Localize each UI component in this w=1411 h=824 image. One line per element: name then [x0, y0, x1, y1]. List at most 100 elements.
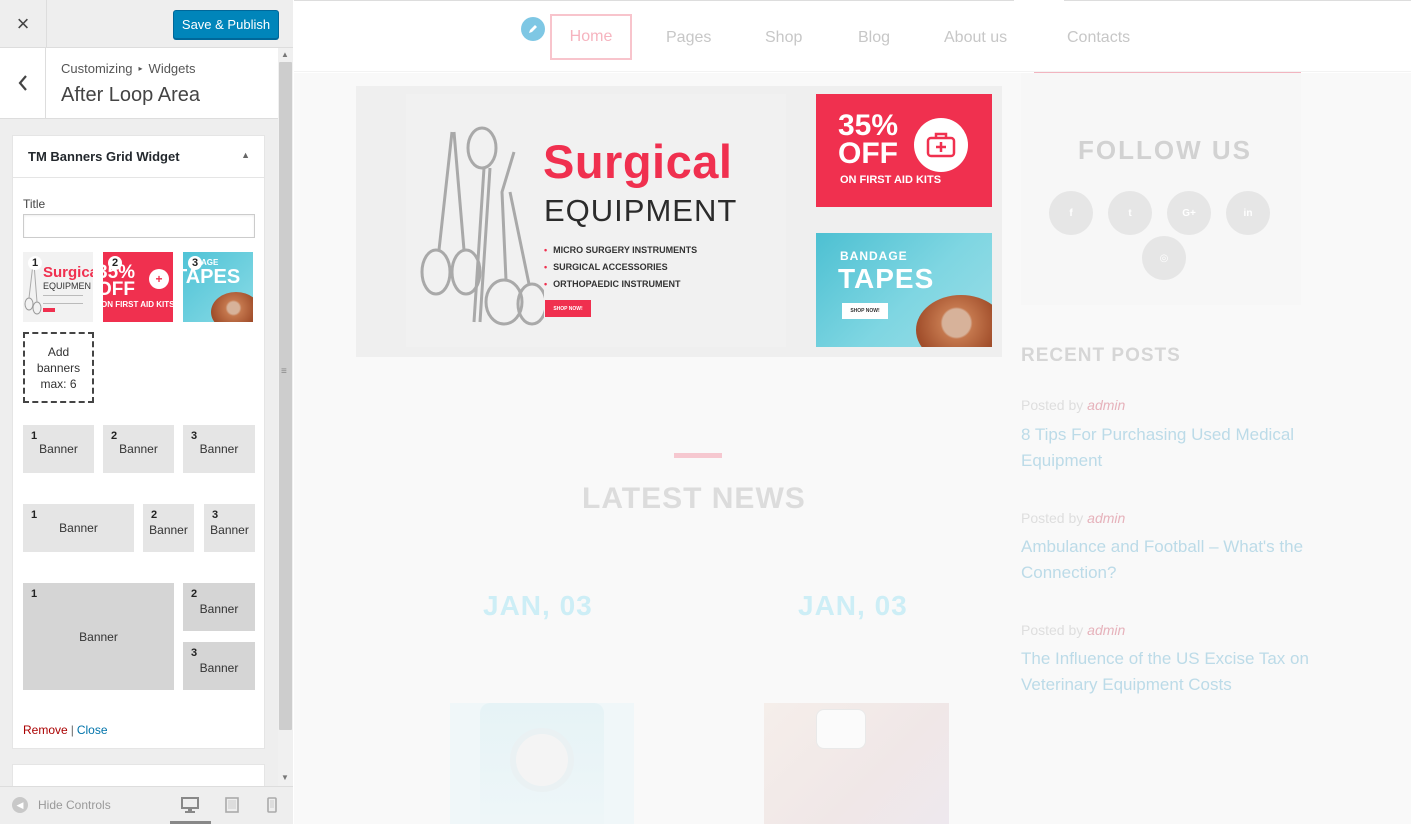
edit-shortcut-pencil-icon[interactable] [521, 17, 545, 41]
banner-thumbnail-1[interactable]: 1 Surgica EQUIPMEN [23, 252, 93, 322]
medical-device-image [816, 709, 866, 749]
hide-controls-button[interactable]: ◀ Hide Controls [12, 797, 111, 813]
thumb-subtitle: ON FIRST AID KITS [103, 300, 173, 309]
remove-widget-link[interactable]: Remove [23, 723, 68, 737]
widget-actions: Remove | Close [23, 723, 108, 737]
post-image-mri[interactable] [450, 703, 634, 824]
cell-label: Banner [210, 523, 249, 537]
layout-cell: 3 Banner [183, 425, 255, 473]
cell-label: Banner [119, 442, 158, 456]
section-header: Customizing ▸ Widgets After Loop Area [0, 48, 278, 119]
collapse-arrow-icon[interactable]: ▲ [241, 150, 250, 160]
cell-number: 1 [31, 430, 38, 442]
divider [294, 0, 1014, 1]
banner-surgical-equipment[interactable]: Surgical EQUIPMENT • MICRO SURGERY INSTRU… [406, 94, 786, 347]
breadcrumb-separator: ▸ [138, 64, 143, 73]
twitter-icon[interactable]: t [1108, 191, 1152, 235]
google-plus-icon[interactable]: G+ [1167, 191, 1211, 235]
thumb-lines [43, 295, 83, 304]
banner-kicker: BANDAGE [840, 249, 908, 263]
cell-number: 3 [212, 509, 219, 521]
layout-cell: 3 Banner [204, 504, 255, 552]
cell-number: 2 [151, 509, 158, 521]
mobile-icon[interactable] [263, 796, 281, 814]
scroll-down-icon[interactable]: ▼ [281, 773, 289, 782]
nav-item-contacts[interactable]: Contacts [1067, 29, 1130, 47]
back-button[interactable] [0, 48, 46, 118]
desktop-icon[interactable] [181, 796, 199, 814]
thumb-title: 35% OFF [103, 262, 136, 300]
cell-number: 3 [191, 647, 198, 659]
author-link[interactable]: admin [1087, 510, 1125, 526]
banner-title: TAPES [838, 263, 935, 294]
banner-first-aid-promo[interactable]: 35% OFF ON FIRST AID KITS [816, 94, 992, 207]
add-banners-button[interactable]: Add banners max: 6 [23, 332, 94, 403]
controls-scroll-area[interactable]: Customizing ▸ Widgets After Loop Area TM B… [0, 48, 278, 786]
tablet-icon[interactable] [223, 796, 241, 814]
author-link[interactable]: admin [1087, 397, 1125, 413]
cell-number: 2 [111, 430, 118, 442]
customizer-screen: × Save & Publish Customizing ▸ Widgets Aft… [0, 0, 1411, 824]
customizer-footer: ◀ Hide Controls [0, 786, 293, 824]
banner-bandage-tapes[interactable]: BANDAGE TAPES SHOP NOW! [816, 233, 992, 347]
layout-cell: 2 Banner [143, 504, 194, 552]
scroll-up-icon[interactable]: ▲ [281, 50, 289, 59]
site-navigation: Home Pages Shop Blog About us Contacts [294, 0, 1411, 72]
facebook-icon[interactable]: f [1049, 191, 1093, 235]
nav-item-about-us[interactable]: About us [944, 29, 1007, 47]
post-meta: Posted by admin [1021, 622, 1126, 638]
save-publish-button[interactable]: Save & Publish [173, 10, 279, 39]
nav-item-shop[interactable]: Shop [765, 29, 802, 47]
hide-controls-label: Hide Controls [38, 798, 111, 812]
tape-roll-image [916, 295, 992, 347]
linkedin-icon[interactable]: in [1226, 191, 1270, 235]
cell-number: 1 [31, 509, 38, 521]
collapse-arrow-circle-icon: ◀ [12, 797, 28, 813]
customizer-header: × Save & Publish [0, 0, 293, 48]
site-preview[interactable]: Home Pages Shop Blog About us Contacts S… [294, 0, 1411, 824]
customizer-sidebar: × Save & Publish Customizing ▸ Widgets Aft… [0, 0, 293, 824]
widget-header[interactable]: TM Banners Grid Widget ▲ [13, 136, 264, 178]
recent-post-link[interactable]: 8 Tips For Purchasing Used Medical Equip… [1021, 422, 1311, 474]
surgical-scissors-icon [24, 263, 42, 315]
title-input[interactable] [23, 214, 255, 238]
nav-item-home[interactable]: Home [550, 14, 632, 60]
nav-item-blog[interactable]: Blog [858, 29, 890, 47]
post-image-device[interactable] [764, 703, 949, 824]
scrollbar-thumb[interactable] [279, 62, 292, 730]
next-widget-collapsed[interactable] [12, 764, 265, 786]
sidebar-scrollbar[interactable]: ▲ ▼ [278, 48, 293, 786]
cell-label: Banner [199, 602, 239, 616]
author-link[interactable]: admin [1087, 622, 1125, 638]
instagram-icon[interactable]: ◎ [1142, 236, 1186, 280]
cell-label: Banner [39, 442, 78, 456]
resize-grip-icon[interactable]: ≡ [281, 366, 287, 377]
thumb-title: Surgica [43, 264, 93, 281]
banner-thumbnail-3[interactable]: 3 AGE TAPES [183, 252, 253, 322]
banner-title: Surgical [543, 135, 733, 188]
first-aid-kit-icon [914, 118, 968, 172]
close-icon: × [16, 11, 30, 36]
recent-post-link[interactable]: The Influence of the US Excise Tax on Ve… [1021, 646, 1311, 698]
layout-cell: 1 Banner [23, 425, 94, 473]
surgical-instruments-image [420, 126, 544, 326]
breadcrumb: Customizing ▸ Widgets [61, 61, 196, 76]
shop-now-button[interactable]: SHOP NOW! [545, 300, 591, 317]
list-item: • ORTHOPAEDIC INSTRUMENT [544, 279, 681, 289]
list-item: • MICRO SURGERY INSTRUMENTS [544, 245, 698, 255]
cell-label: Banner [59, 521, 98, 535]
banner-feature-list: • MICRO SURGERY INSTRUMENTS • SURGICAL ACC… [544, 242, 697, 293]
nav-item-pages[interactable]: Pages [666, 29, 711, 47]
close-widget-link[interactable]: Close [77, 723, 108, 737]
breadcrumb-section: Widgets [148, 61, 196, 76]
post-date: JAN, 03 [483, 590, 593, 621]
cell-label: Banner [199, 442, 239, 456]
shop-now-button[interactable]: SHOP NOW! [842, 303, 888, 319]
recent-post-link[interactable]: Ambulance and Football – What's the Conn… [1021, 534, 1311, 586]
latest-news-heading: LATEST NEWS [582, 482, 806, 515]
post-meta: Posted by admin [1021, 510, 1126, 526]
breadcrumb-root: Customizing [61, 61, 133, 76]
banner-subtitle: EQUIPMENT [544, 193, 738, 228]
close-customizer-button[interactable]: × [0, 0, 47, 48]
banner-thumbnail-2[interactable]: 2 35% OFF + ON FIRST AID KITS [103, 252, 173, 322]
